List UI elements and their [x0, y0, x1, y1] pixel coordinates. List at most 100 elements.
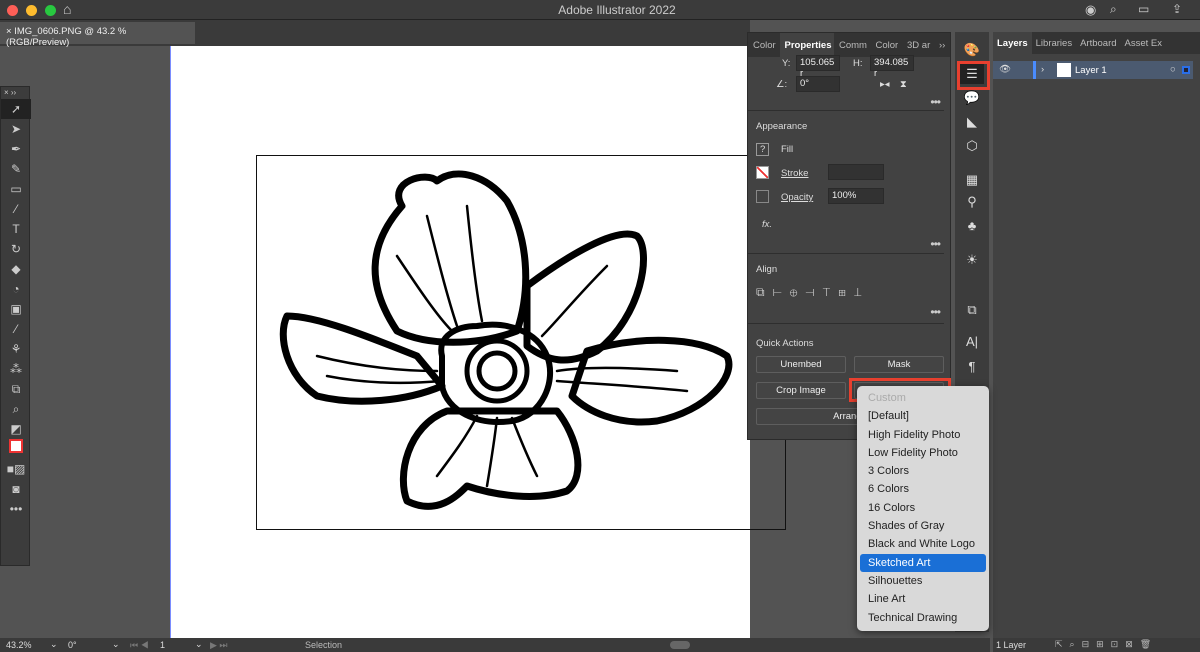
- gradient-icon[interactable]: ◣: [960, 112, 984, 132]
- layer-row[interactable]: 👁 › Layer 1 ○: [993, 61, 1193, 79]
- expand-chevron-icon[interactable]: ›: [1041, 64, 1044, 75]
- gradient-tool-icon[interactable]: ▣: [1, 299, 31, 319]
- crop-image-button[interactable]: Crop Image: [756, 382, 846, 399]
- workspace-icon[interactable]: ▭: [1138, 2, 1149, 16]
- stroke-none-icon[interactable]: [1, 439, 31, 459]
- layer-action-icons[interactable]: ⇱⌕⊟⊞⊡⊠🗑: [1055, 639, 1158, 650]
- menu-item[interactable]: 3 Colors: [857, 462, 989, 480]
- zoom-field[interactable]: 43.2%: [6, 640, 32, 650]
- color-mode-icon[interactable]: ■▨: [1, 459, 31, 479]
- align-buttons[interactable]: ⧉⊢⊕⊣⊤⊞⊥: [756, 285, 870, 300]
- rotation-field[interactable]: 0°: [68, 640, 77, 650]
- zoom-tool-icon[interactable]: ⌕: [1, 399, 31, 419]
- draw-mode-icon[interactable]: ◙: [1, 479, 31, 499]
- status-bar: 43.2% ⌄ 0° ⌄ ⏮ ◀ 1 ⌄ ▶ ⏭ Selection: [0, 638, 990, 652]
- opacity-field[interactable]: 100%: [828, 188, 884, 204]
- type-tool-icon[interactable]: T: [1, 219, 31, 239]
- flip-vertical-icon[interactable]: ⧗: [900, 79, 907, 90]
- character-icon[interactable]: A|: [960, 332, 984, 352]
- menu-item[interactable]: Silhouettes: [857, 572, 989, 590]
- mask-button[interactable]: Mask: [854, 356, 944, 373]
- menu-item[interactable]: Black and White Logo: [857, 535, 989, 553]
- menu-item[interactable]: 6 Colors: [857, 480, 989, 498]
- menu-item[interactable]: Low Fidelity Photo: [857, 444, 989, 462]
- rotate-field[interactable]: 0°: [796, 76, 840, 92]
- rectangle-tool-icon[interactable]: ▭: [1, 179, 31, 199]
- search-icon[interactable]: ⌕: [1110, 2, 1117, 17]
- menu-item[interactable]: Line Art: [857, 590, 989, 608]
- artboard-tool-icon[interactable]: ⧉: [1, 379, 31, 399]
- symbol-sprayer-tool-icon[interactable]: ⁂: [1, 359, 31, 379]
- transform-icon[interactable]: ⧉: [960, 300, 984, 320]
- next-artboard-icon[interactable]: ▶ ⏭: [210, 640, 228, 651]
- appearance-icon[interactable]: ☀: [960, 250, 984, 270]
- tab-3d[interactable]: 3D ar: [902, 33, 934, 57]
- more-options-icon[interactable]: •••: [930, 305, 941, 319]
- menu-item[interactable]: Technical Drawing: [857, 609, 989, 627]
- placed-image[interactable]: [256, 155, 786, 530]
- fill-label[interactable]: Fill: [781, 144, 793, 155]
- horizontal-scrollbar[interactable]: [670, 641, 690, 649]
- panel-expand-icon[interactable]: ››: [934, 33, 950, 57]
- shape-builder-tool-icon[interactable]: ◔: [1, 279, 31, 299]
- menu-item[interactable]: 16 Colors: [857, 499, 989, 517]
- brushes-icon[interactable]: ⚲: [960, 192, 984, 212]
- more-options-icon[interactable]: •••: [930, 95, 941, 109]
- layer-name[interactable]: Layer 1: [1075, 65, 1107, 76]
- tab-layers[interactable]: Layers: [993, 32, 1032, 54]
- rotation-dropdown-icon[interactable]: ⌄: [112, 639, 120, 650]
- share-icon[interactable]: ⇪: [1172, 2, 1182, 16]
- selection-tool-icon[interactable]: ➚: [1, 99, 31, 119]
- fill-stroke-swatch-icon[interactable]: ◩: [1, 419, 31, 439]
- collapse-panel-icon[interactable]: × ››: [1, 87, 31, 99]
- unembed-button[interactable]: Unembed: [756, 356, 846, 373]
- tab-artboards[interactable]: Artboard: [1076, 32, 1120, 54]
- tab-color[interactable]: Color: [748, 33, 780, 57]
- comments-icon[interactable]: 💬: [960, 88, 984, 108]
- selection-indicator[interactable]: [1182, 66, 1190, 74]
- artboard-field[interactable]: 1: [160, 640, 165, 650]
- menu-item[interactable]: High Fidelity Photo: [857, 426, 989, 444]
- paintbrush-tool-icon[interactable]: ⁄: [1, 199, 31, 219]
- target-icon[interactable]: ○: [1170, 64, 1176, 75]
- stroke-label[interactable]: Stroke: [781, 168, 808, 179]
- y-field[interactable]: 105.065 r: [796, 55, 840, 79]
- tab-properties[interactable]: Properties: [779, 33, 834, 57]
- more-tools-icon[interactable]: •••: [1, 499, 31, 519]
- color-palette-icon[interactable]: 🎨: [960, 40, 984, 60]
- blend-tool-icon[interactable]: ⚘: [1, 339, 31, 359]
- curvature-tool-icon[interactable]: ✎: [1, 159, 31, 179]
- menu-item-selected[interactable]: Sketched Art: [860, 553, 986, 572]
- 3d-icon[interactable]: ⬡: [960, 136, 984, 156]
- fill-swatch-icon[interactable]: ?: [756, 143, 770, 156]
- stroke-swatch-icon[interactable]: [756, 166, 769, 179]
- direct-selection-tool-icon[interactable]: ➤: [1, 119, 31, 139]
- swatches-icon[interactable]: ▦: [960, 170, 984, 190]
- tab-asset-export[interactable]: Asset Ex: [1121, 32, 1167, 54]
- symbols-icon[interactable]: ♣: [960, 216, 984, 236]
- document-tab[interactable]: × IMG_0606.PNG @ 43.2 % (RGB/Preview): [0, 22, 195, 48]
- artboard-dropdown-icon[interactable]: ⌄: [195, 639, 203, 650]
- pen-tool-icon[interactable]: ✒: [1, 139, 31, 159]
- stroke-weight-field[interactable]: [828, 164, 884, 180]
- opacity-label[interactable]: Opacity: [781, 192, 813, 203]
- close-tab-icon[interactable]: ×: [6, 26, 14, 37]
- menu-item[interactable]: [Default]: [857, 407, 989, 425]
- eyedropper-tool-icon[interactable]: ⁄: [1, 319, 31, 339]
- tab-comments[interactable]: Comm: [834, 33, 871, 57]
- tab-libraries[interactable]: Libraries: [1032, 32, 1076, 54]
- fx-button[interactable]: fx.: [762, 219, 772, 230]
- visibility-eye-icon[interactable]: 👁: [999, 64, 1011, 75]
- paragraph-icon[interactable]: ¶: [960, 357, 984, 377]
- account-icon[interactable]: ◉: [1085, 2, 1096, 18]
- eraser-tool-icon[interactable]: ◆: [1, 259, 31, 279]
- zoom-dropdown-icon[interactable]: ⌄: [50, 639, 58, 650]
- tab-color-guide[interactable]: Color: [871, 33, 903, 57]
- align-heading: Align: [756, 264, 778, 275]
- flip-horizontal-icon[interactable]: ▸◂: [880, 79, 890, 90]
- more-options-icon[interactable]: •••: [930, 237, 941, 251]
- menu-item[interactable]: Shades of Gray: [857, 517, 989, 535]
- rotate-tool-icon[interactable]: ↻: [1, 239, 31, 259]
- h-field[interactable]: 394.085 r: [870, 55, 914, 79]
- previous-artboard-icon[interactable]: ⏮ ◀: [130, 640, 149, 651]
